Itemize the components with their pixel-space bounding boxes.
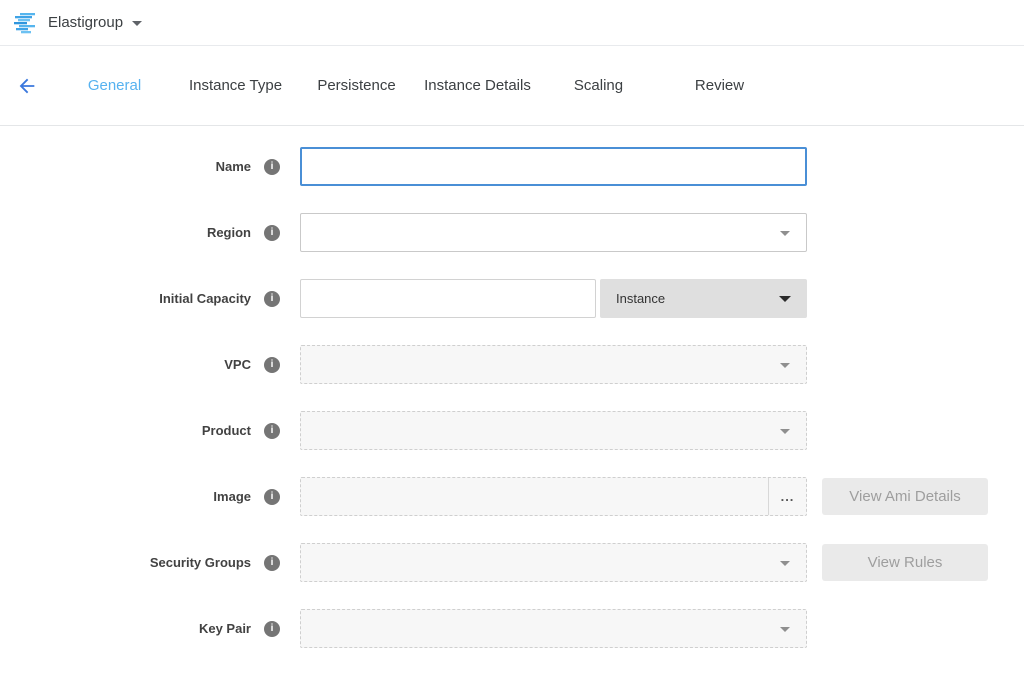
general-form: Name i Region i Initial Capacity i Insta…	[0, 126, 1024, 648]
view-rules-button[interactable]: View Rules	[822, 544, 988, 581]
image-input: ...	[300, 477, 807, 516]
info-icon[interactable]: i	[264, 555, 280, 571]
capacity-unit-value: Instance	[616, 291, 665, 306]
form-row-product: Product i	[0, 411, 1024, 450]
capacity-unit-select[interactable]: Instance	[600, 279, 807, 318]
info-icon[interactable]: i	[264, 423, 280, 439]
chevron-down-icon	[779, 296, 791, 302]
chevron-down-icon	[780, 429, 790, 434]
info-icon[interactable]: i	[264, 159, 280, 175]
info-icon[interactable]: i	[264, 357, 280, 373]
key-pair-select	[300, 609, 807, 648]
image-value	[301, 478, 768, 515]
image-label: Image	[213, 489, 251, 504]
chevron-down-icon	[780, 627, 790, 632]
app-header: Elastigroup	[0, 0, 1024, 46]
vpc-select	[300, 345, 807, 384]
initial-capacity-label: Initial Capacity	[159, 291, 251, 306]
form-row-image: Image i ... View Ami Details	[0, 477, 1024, 516]
tab-review[interactable]: Review	[659, 77, 780, 94]
view-ami-details-button[interactable]: View Ami Details	[822, 478, 988, 515]
info-icon[interactable]: i	[264, 291, 280, 307]
security-groups-select	[300, 543, 807, 582]
security-groups-label: Security Groups	[150, 555, 251, 570]
vpc-label: VPC	[224, 357, 251, 372]
image-browse-button[interactable]: ...	[768, 478, 806, 515]
elastigroup-logo-icon	[13, 11, 39, 35]
app-name[interactable]: Elastigroup	[48, 14, 123, 31]
form-row-key-pair: Key Pair i	[0, 609, 1024, 648]
tab-instance-type[interactable]: Instance Type	[175, 77, 296, 94]
tab-scaling[interactable]: Scaling	[538, 77, 659, 94]
form-row-security-groups: Security Groups i View Rules	[0, 543, 1024, 582]
info-icon[interactable]: i	[264, 489, 280, 505]
tab-persistence[interactable]: Persistence	[296, 77, 417, 94]
name-label: Name	[216, 159, 251, 174]
form-row-name: Name i	[0, 147, 1024, 186]
region-select[interactable]	[300, 213, 807, 252]
chevron-down-icon[interactable]	[132, 21, 142, 26]
wizard-tab-bar: General Instance Type Persistence Instan…	[0, 46, 1024, 126]
tab-instance-details[interactable]: Instance Details	[417, 77, 538, 94]
back-arrow-icon	[16, 75, 38, 97]
form-row-initial-capacity: Initial Capacity i Instance	[0, 279, 1024, 318]
info-icon[interactable]: i	[264, 621, 280, 637]
tab-general[interactable]: General	[54, 77, 175, 94]
form-row-vpc: VPC i	[0, 345, 1024, 384]
back-button[interactable]	[0, 75, 54, 97]
chevron-down-icon	[780, 231, 790, 236]
key-pair-label: Key Pair	[199, 621, 251, 636]
form-row-region: Region i	[0, 213, 1024, 252]
product-select	[300, 411, 807, 450]
chevron-down-icon	[780, 363, 790, 368]
product-label: Product	[202, 423, 251, 438]
info-icon[interactable]: i	[264, 225, 280, 241]
name-input[interactable]	[300, 147, 807, 186]
chevron-down-icon	[780, 561, 790, 566]
region-label: Region	[207, 225, 251, 240]
initial-capacity-input[interactable]	[300, 279, 596, 318]
